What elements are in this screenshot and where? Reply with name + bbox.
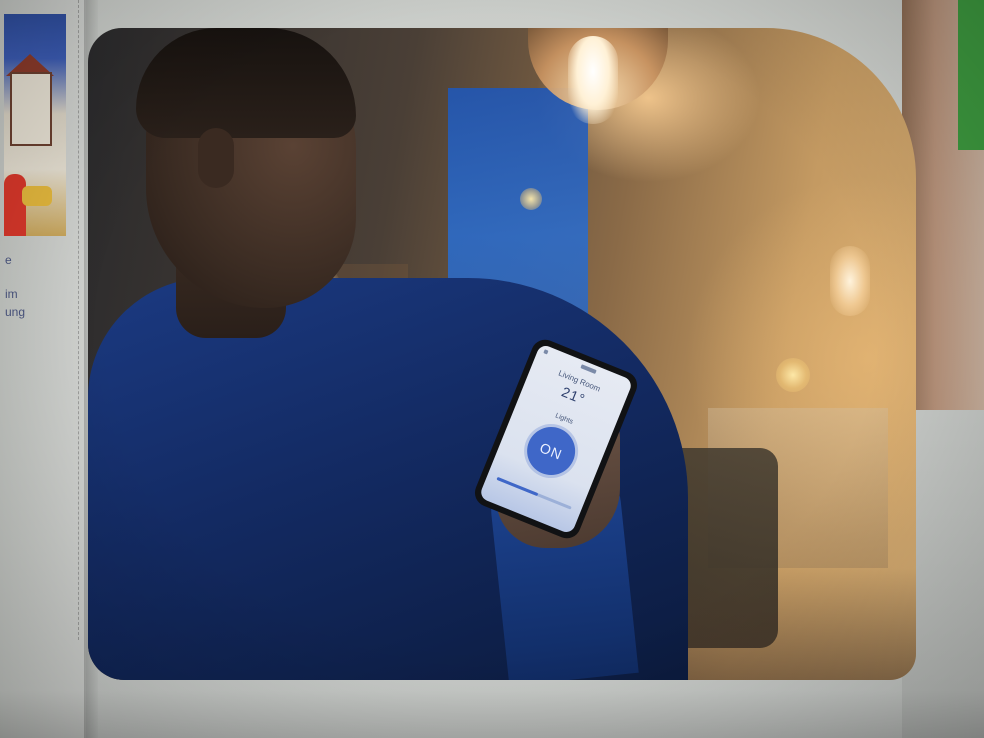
lights-on-button[interactable]: ON <box>519 419 583 483</box>
pendant-lamp-bulb <box>568 36 618 124</box>
yellow-figure <box>22 186 52 206</box>
side-text-line-2: im <box>5 287 18 301</box>
page-bottom-shadow <box>0 690 984 738</box>
left-page: e im ung <box>0 0 86 738</box>
bokeh-light <box>776 358 810 392</box>
man-hair <box>136 28 356 138</box>
illustration-thumbnail <box>4 14 66 236</box>
status-icon <box>580 364 597 374</box>
brightness-slider-fill <box>496 476 539 497</box>
dashed-divider <box>78 0 79 640</box>
man-ear <box>198 128 234 188</box>
magazine-photo-scene: e im ung Living Room 21° Lights ON <box>0 0 984 738</box>
main-photo: Living Room 21° Lights ON <box>88 28 916 680</box>
brightness-slider[interactable] <box>496 476 572 510</box>
bokeh-light <box>520 188 542 210</box>
right-page-green-block <box>958 0 984 150</box>
side-text-line-3: ung <box>5 305 26 319</box>
status-icon <box>543 349 549 355</box>
side-text-line-1: e <box>5 253 12 267</box>
red-figure <box>4 174 26 236</box>
floor-lamp <box>830 246 870 316</box>
house-shape <box>10 72 52 146</box>
